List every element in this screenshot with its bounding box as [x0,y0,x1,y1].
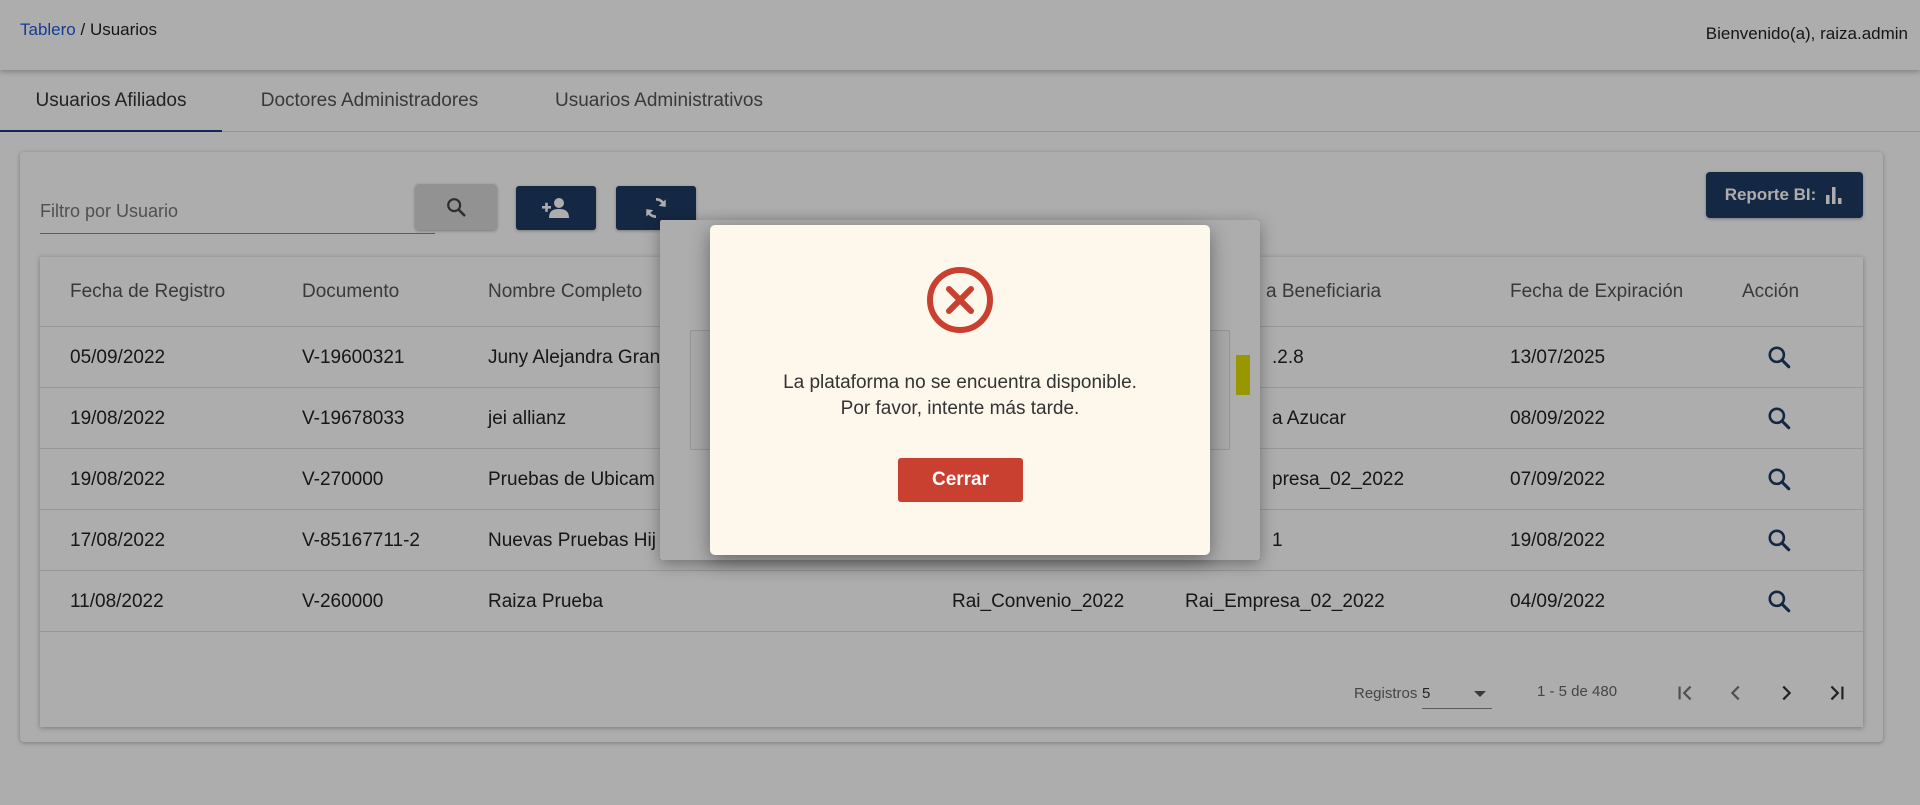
alert-message-line1: La plataforma no se encuentra disponible… [783,372,1137,393]
error-x-icon [927,267,993,333]
alert-message: La plataforma no se encuentra disponible… [730,370,1190,422]
close-button[interactable]: Cerrar [898,458,1023,502]
error-alert-dialog: La plataforma no se encuentra disponible… [710,225,1210,555]
alert-message-line2: Por favor, intente más tarde. [840,398,1080,419]
